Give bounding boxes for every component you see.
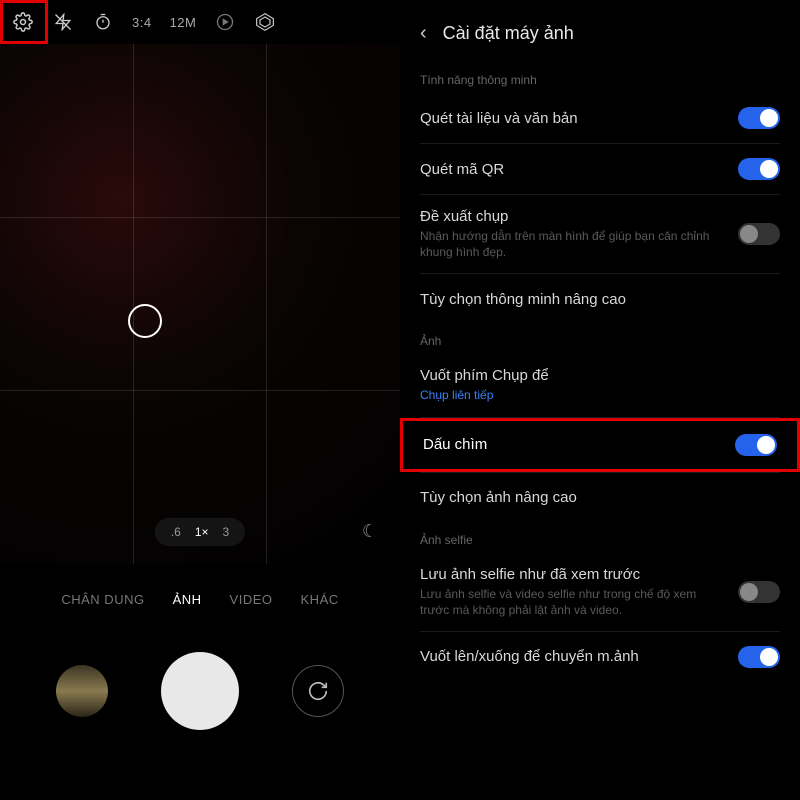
section-selfie: Ảnh selfie bbox=[400, 523, 800, 553]
row-shot-suggestions[interactable]: Đề xuất chụp Nhận hướng dẫn trên màn hìn… bbox=[400, 195, 800, 273]
zoom-3[interactable]: 3 bbox=[223, 525, 230, 539]
flash-off-icon[interactable] bbox=[52, 11, 74, 33]
camera-mode-tabs: CHÂN DUNG ẢNH VIDEO KHÁC bbox=[0, 578, 400, 621]
toggle-shot-suggestions[interactable] bbox=[738, 223, 780, 245]
toggle-scan-documents[interactable] bbox=[738, 107, 780, 129]
smart-adv-label: Tùy chọn thông minh nâng cao bbox=[420, 291, 770, 308]
mode-more[interactable]: KHÁC bbox=[301, 592, 339, 607]
mode-portrait[interactable]: CHÂN DUNG bbox=[61, 592, 144, 607]
toggle-watermark[interactable] bbox=[735, 434, 777, 456]
camera-settings-screen: ‹ Cài đặt máy ảnh Tính năng thông minh Q… bbox=[400, 0, 800, 800]
suggest-sub: Nhận hướng dẫn trên màn hình để giúp bạn… bbox=[420, 228, 728, 260]
row-swipe-switch-camera[interactable]: Vuốt lên/xuống để chuyển m.ảnh bbox=[400, 632, 800, 682]
shutter-button[interactable] bbox=[161, 652, 239, 730]
night-mode-icon[interactable]: ☾ bbox=[362, 521, 378, 542]
selfie-save-sub: Lưu ảnh selfie và video selfie như trong… bbox=[420, 586, 728, 618]
camera-viewfinder[interactable]: .6 1× 3 ☾ bbox=[0, 44, 400, 564]
grid-line bbox=[0, 390, 400, 391]
row-watermark[interactable]: Dấu chìm bbox=[400, 418, 800, 472]
watermark-label: Dấu chìm bbox=[423, 436, 725, 453]
highlight-settings-icon bbox=[0, 0, 48, 44]
row-advanced-smart[interactable]: Tùy chọn thông minh nâng cao bbox=[400, 274, 800, 324]
mode-video[interactable]: VIDEO bbox=[230, 592, 273, 607]
toggle-scan-qr[interactable] bbox=[738, 158, 780, 180]
camera-screen: 3:4 12M .6 1× 3 ☾ CHÂN DUNG ẢNH VIDEO KH… bbox=[0, 0, 400, 800]
timer-icon[interactable] bbox=[92, 11, 114, 33]
zoom-selector[interactable]: .6 1× 3 bbox=[155, 518, 245, 546]
camera-top-toolbar: 3:4 12M bbox=[0, 0, 400, 44]
scan-qr-label: Quét mã QR bbox=[420, 161, 728, 178]
focus-indicator bbox=[128, 304, 162, 338]
suggest-label: Đề xuất chụp bbox=[420, 208, 728, 225]
settings-header: ‹ Cài đặt máy ảnh bbox=[400, 12, 800, 63]
row-scan-documents[interactable]: Quét tài liệu và văn bản bbox=[400, 93, 800, 143]
back-icon[interactable]: ‹ bbox=[420, 22, 427, 45]
swipe-shutter-value: Chụp liên tiếp bbox=[420, 387, 770, 403]
zoom-0.6[interactable]: .6 bbox=[171, 525, 181, 539]
motion-photo-icon[interactable] bbox=[214, 11, 236, 33]
aspect-ratio[interactable]: 3:4 bbox=[132, 15, 152, 30]
shutter-controls bbox=[0, 652, 400, 730]
row-scan-qr[interactable]: Quét mã QR bbox=[400, 144, 800, 194]
resolution[interactable]: 12M bbox=[170, 15, 197, 30]
filters-icon[interactable] bbox=[254, 11, 276, 33]
scan-doc-label: Quét tài liệu và văn bản bbox=[420, 110, 728, 127]
swipe-switch-label: Vuốt lên/xuống để chuyển m.ảnh bbox=[420, 648, 728, 665]
zoom-1x[interactable]: 1× bbox=[195, 525, 209, 539]
grid-line bbox=[133, 44, 134, 564]
section-photos: Ảnh bbox=[400, 324, 800, 354]
grid-line bbox=[0, 217, 400, 218]
section-smart-features: Tính năng thông minh bbox=[400, 63, 800, 93]
row-advanced-photo[interactable]: Tùy chọn ảnh nâng cao bbox=[400, 473, 800, 523]
grid-line bbox=[266, 44, 267, 564]
page-title: Cài đặt máy ảnh bbox=[443, 23, 574, 44]
row-swipe-shutter[interactable]: Vuốt phím Chụp để Chụp liên tiếp bbox=[400, 354, 800, 416]
selfie-save-label: Lưu ảnh selfie như đã xem trước bbox=[420, 566, 728, 583]
switch-camera-button[interactable] bbox=[292, 665, 344, 717]
row-selfie-save-as-preview[interactable]: Lưu ảnh selfie như đã xem trước Lưu ảnh … bbox=[400, 553, 800, 631]
gallery-thumbnail[interactable] bbox=[56, 665, 108, 717]
mode-photo[interactable]: ẢNH bbox=[173, 592, 202, 607]
toggle-selfie-save[interactable] bbox=[738, 581, 780, 603]
photo-adv-label: Tùy chọn ảnh nâng cao bbox=[420, 489, 770, 506]
toggle-swipe-switch[interactable] bbox=[738, 646, 780, 668]
swipe-shutter-label: Vuốt phím Chụp để bbox=[420, 367, 770, 384]
